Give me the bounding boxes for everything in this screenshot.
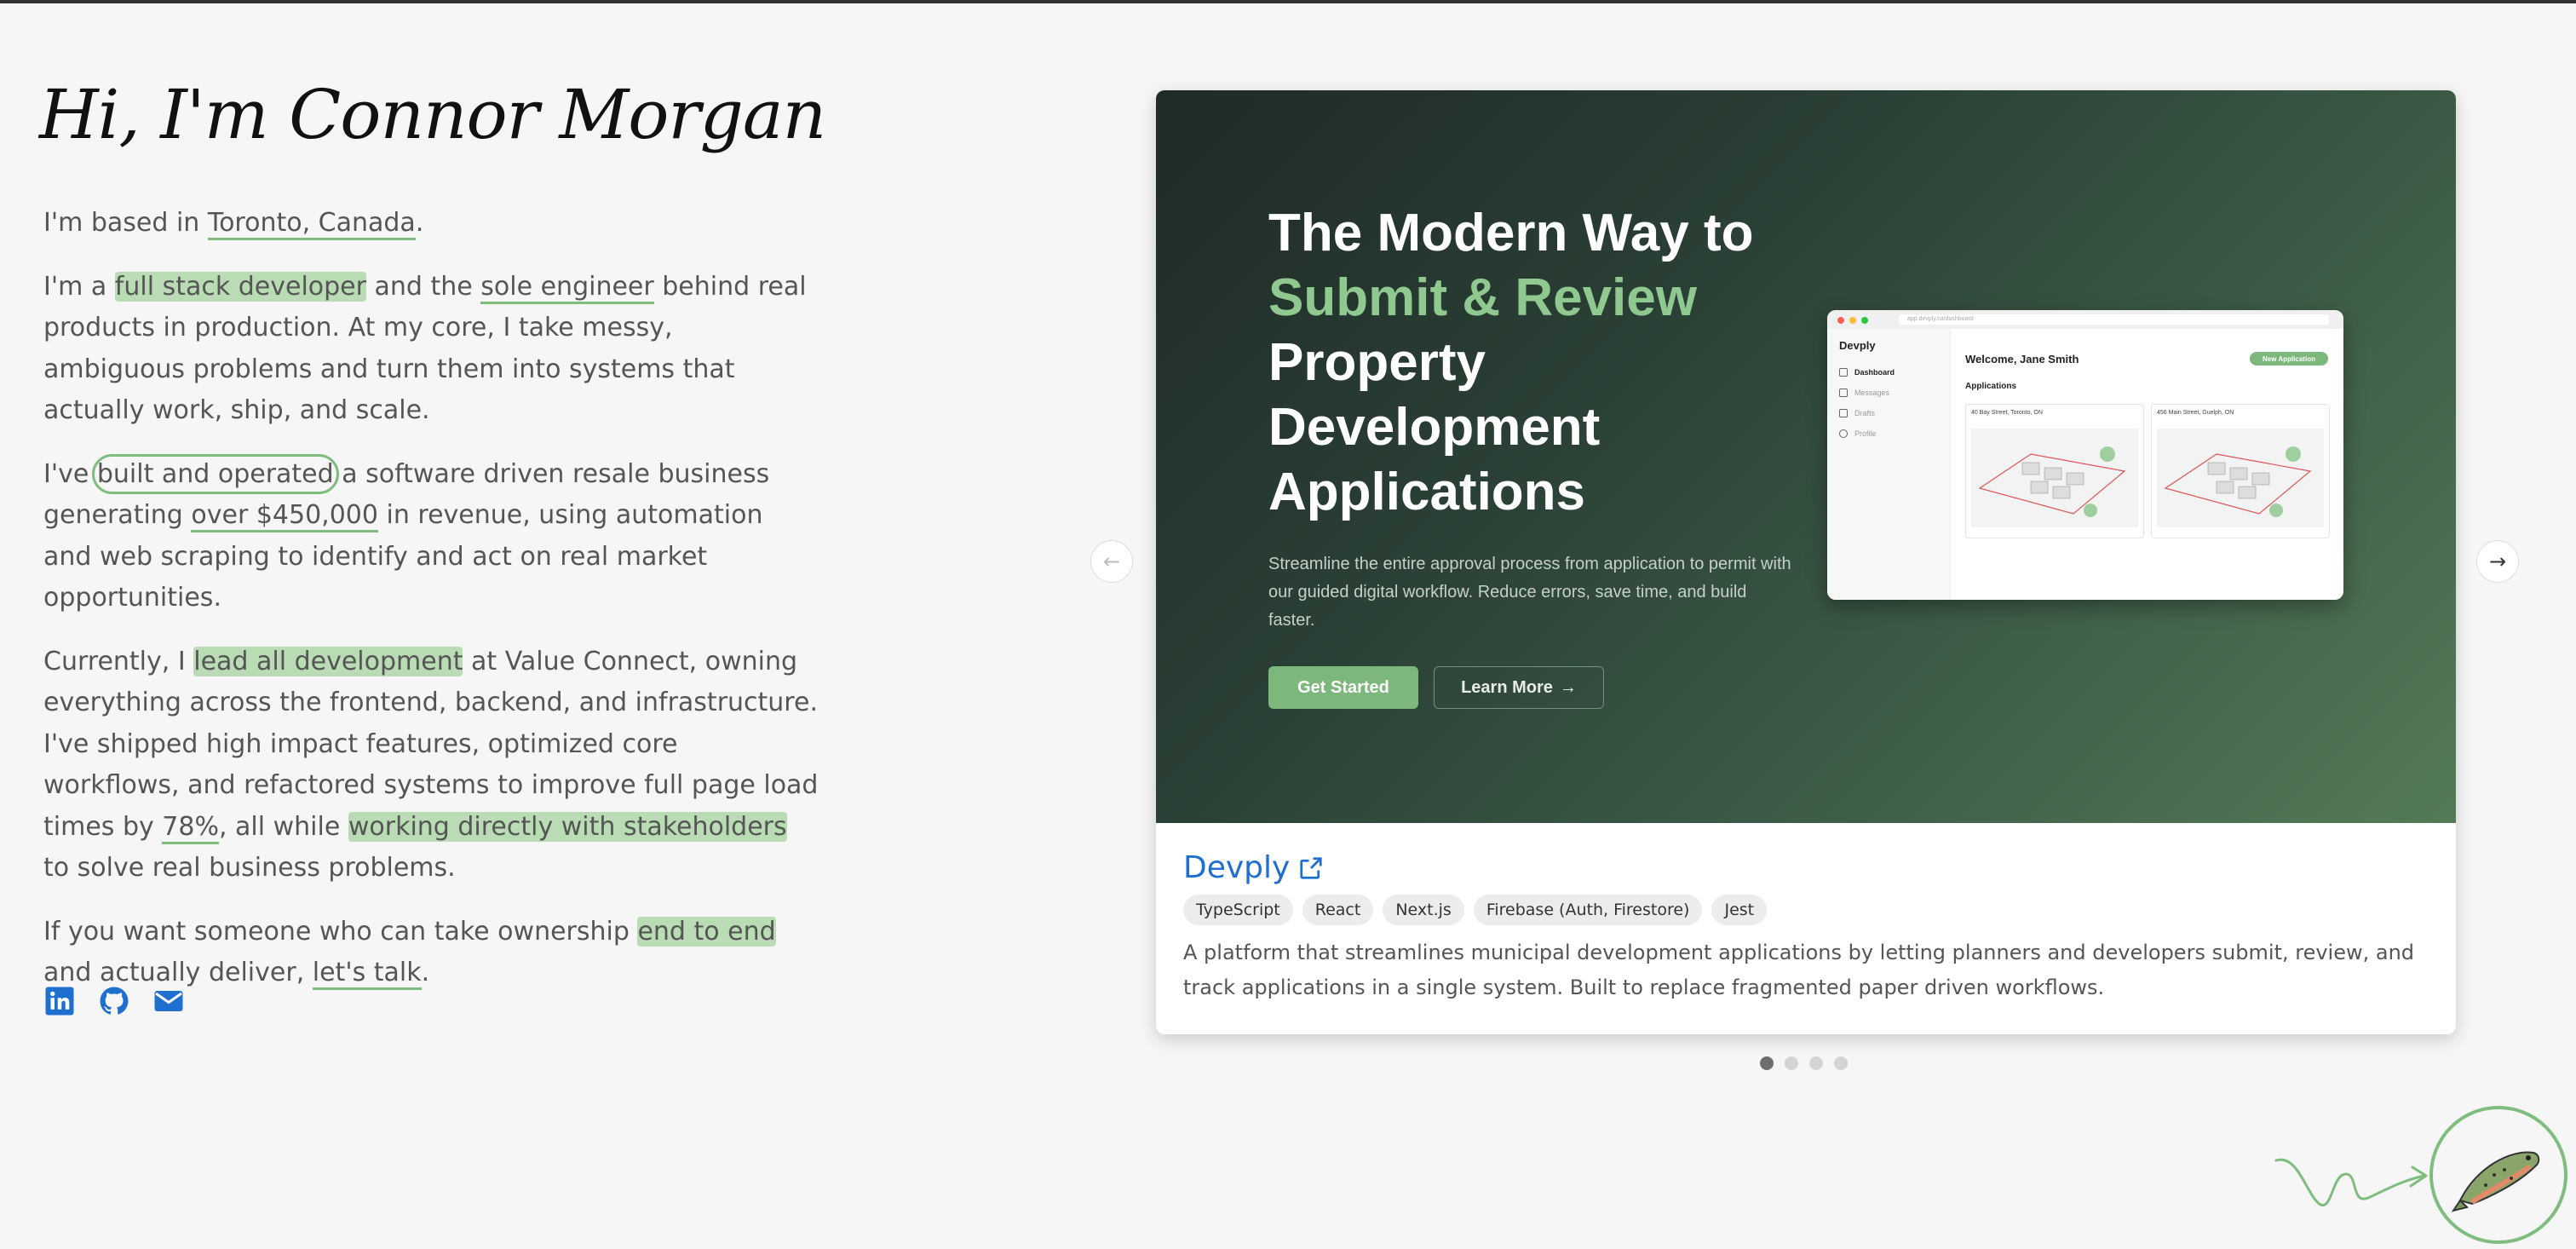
- carousel-dot[interactable]: [1760, 1056, 1774, 1070]
- mock-applications-title: Applications: [1965, 382, 2017, 391]
- mail-icon: [154, 991, 183, 1011]
- mock-application-tile: 456 Main Street, Guelph, ON: [2151, 404, 2330, 538]
- tech-tag: Next.js: [1383, 895, 1464, 925]
- file-icon: [1839, 409, 1848, 417]
- message-icon: [1839, 389, 1848, 397]
- email-link[interactable]: [153, 986, 184, 1016]
- tech-tags: TypeScript React Next.js Firebase (Auth,…: [1183, 895, 1768, 925]
- mock-nav-drafts: Drafts: [1839, 409, 1875, 417]
- carousel-next-button[interactable]: →: [2476, 540, 2519, 583]
- dashboard-icon: [1839, 368, 1848, 377]
- highlight-fullstack: full stack developer: [114, 271, 366, 302]
- social-links: [44, 986, 184, 1016]
- mock-application-tile: 40 Bay Street, Toronto, ON: [1965, 404, 2144, 538]
- linkedin-link[interactable]: [44, 986, 75, 1016]
- bio-location: I'm based in Toronto, Canada.: [43, 203, 819, 245]
- arrow-left-icon: ←: [1102, 550, 1121, 573]
- mock-new-application-button: New Application: [2250, 352, 2328, 365]
- project-details: Devply TypeScript React Next.js Firebase…: [1156, 823, 2456, 1034]
- mock-nav-messages: Messages: [1839, 389, 1889, 397]
- tech-tag: Firebase (Auth, Firestore): [1473, 895, 1703, 925]
- carousel-prev-button[interactable]: ←: [1090, 540, 1133, 583]
- circled-built-operated: built and operated: [91, 453, 339, 494]
- bio-current: Currently, I lead all development at Val…: [43, 646, 819, 883]
- trout-icon: [2452, 1151, 2540, 1212]
- carousel-indicators: [1760, 1056, 1848, 1070]
- mock-sidebar: Devply Dashboard Messages Drafts Profile: [1827, 329, 1951, 600]
- highlight-end-to-end: end to end: [637, 916, 776, 947]
- learn-more-button: Learn More →: [1434, 666, 1604, 709]
- page-title: Hi, I'm Connor Morgan: [39, 75, 826, 154]
- arrow-right-icon: →: [2488, 550, 2507, 573]
- underline-sole-engineer: sole engineer: [480, 271, 654, 304]
- github-icon: [100, 987, 129, 1015]
- hero-subtitle: Streamline the entire approval process f…: [1268, 555, 1791, 630]
- mock-brand: Devply: [1839, 339, 1876, 352]
- tech-tag: Jest: [1711, 895, 1768, 925]
- avatar[interactable]: [2429, 1106, 2567, 1244]
- project-card: The Modern Way to Submit & Review Proper…: [1156, 90, 2456, 1034]
- bio-role: I'm a full stack developer and the sole …: [43, 271, 807, 425]
- mock-welcome: Welcome, Jane Smith: [1965, 353, 2079, 365]
- bio-business: I've built and operated a software drive…: [43, 453, 770, 613]
- hero-accent-text: Submit & Review: [1268, 268, 1697, 327]
- mock-nav-dashboard: Dashboard: [1839, 368, 1895, 377]
- carousel-dot[interactable]: [1785, 1056, 1798, 1070]
- linkedin-icon: [45, 987, 74, 1016]
- carousel-dot[interactable]: [1809, 1056, 1823, 1070]
- github-link[interactable]: [99, 986, 129, 1016]
- mock-url-bar: app.devply.ca/dashboard: [1899, 314, 2329, 325]
- get-started-button: Get Started: [1268, 666, 1418, 709]
- tech-tag: TypeScript: [1183, 895, 1293, 925]
- tech-tag: React: [1302, 895, 1374, 925]
- external-link-icon: [1300, 856, 1322, 879]
- arrow-right-icon: →: [1559, 677, 1577, 697]
- underline-lets-talk: let's talk: [312, 958, 422, 990]
- bio: I'm based in Toronto, Canada. I'm a full…: [43, 203, 819, 1016]
- user-icon: [1839, 429, 1848, 438]
- project-description: A platform that streamlines municipal de…: [1183, 941, 2415, 999]
- bio-cta: If you want someone who can take ownersh…: [43, 912, 819, 994]
- site-plan-illustration: [1971, 429, 2138, 527]
- project-screenshot: The Modern Way to Submit & Review Proper…: [1156, 90, 2456, 823]
- underline-78: 78%: [162, 811, 219, 844]
- project-title-link[interactable]: Devply: [1183, 850, 1324, 885]
- site-plan-illustration: [2157, 429, 2324, 527]
- mock-app-window: app.devply.ca/dashboard Devply Dashboard…: [1827, 310, 2343, 600]
- carousel-dot[interactable]: [1834, 1056, 1848, 1070]
- highlight-lead-dev: lead all development: [193, 646, 463, 676]
- underline-revenue: over $450,000: [191, 500, 378, 532]
- mock-titlebar: app.devply.ca/dashboard: [1827, 310, 2343, 329]
- highlight-stakeholders: working directly with stakeholders: [348, 811, 787, 842]
- hero-heading: The Modern Way to Submit & Review Proper…: [1268, 204, 1754, 521]
- squiggle-arrow-icon: [2274, 1158, 2428, 1206]
- location-underline: Toronto, Canada: [207, 208, 416, 240]
- mock-nav-profile: Profile: [1839, 429, 1877, 438]
